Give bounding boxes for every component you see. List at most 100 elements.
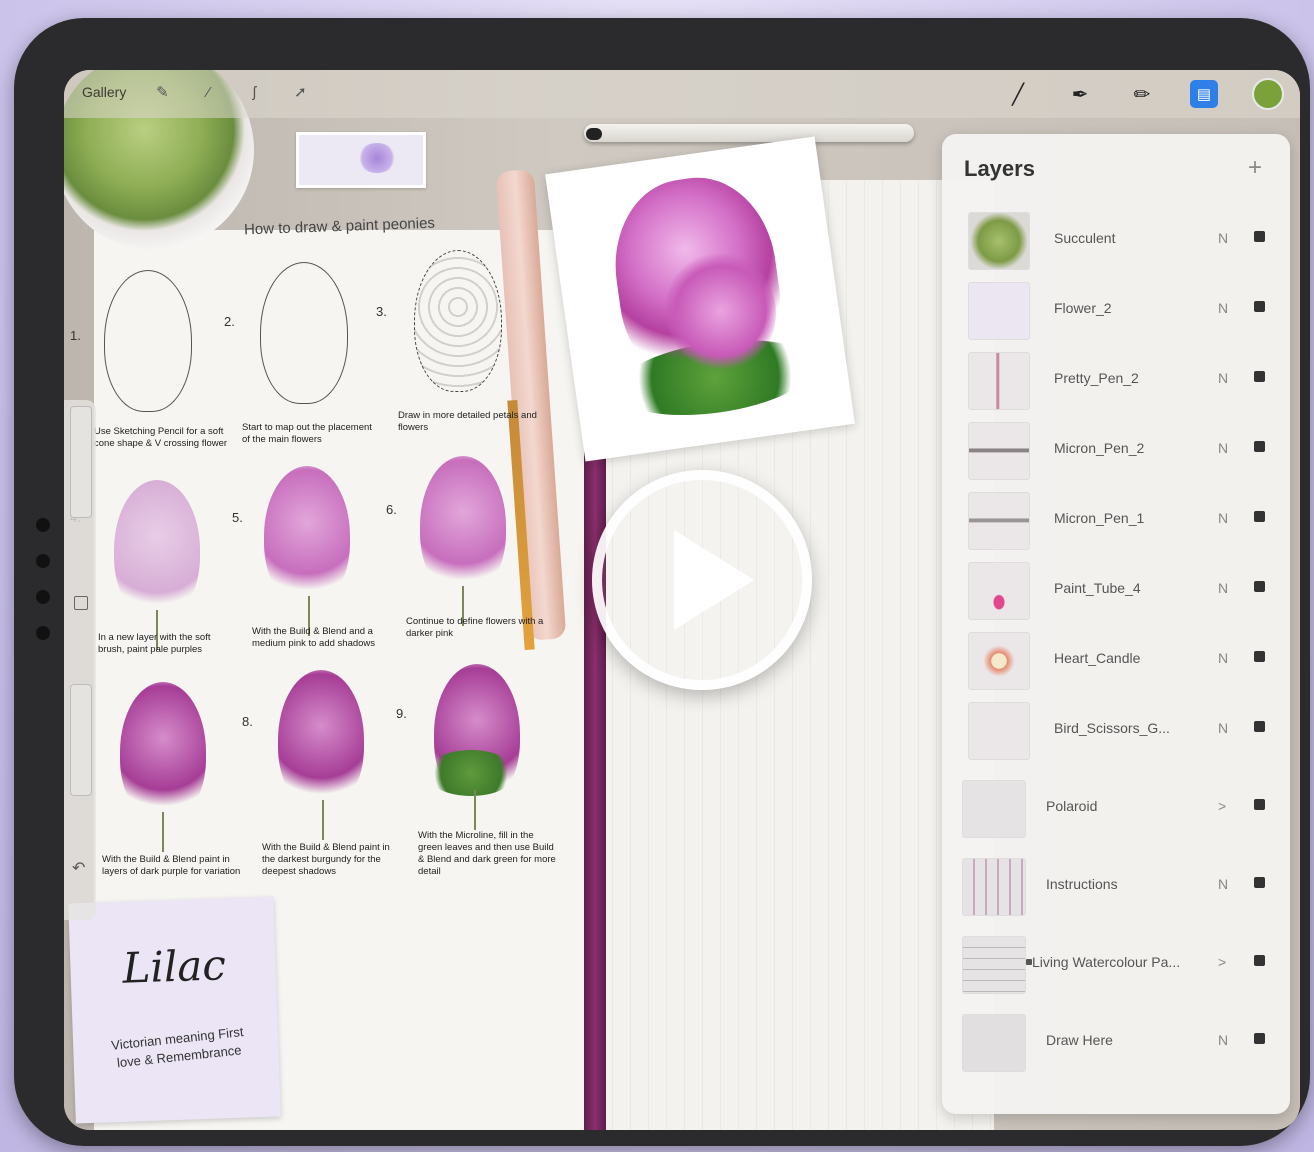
layer-row[interactable]: Draw Here N	[962, 1010, 1282, 1076]
modify-square-button[interactable]	[74, 596, 88, 610]
step-number: 9.	[396, 706, 407, 721]
toolbar-right: ╱ ✒ ✏ ▤	[1004, 78, 1284, 110]
visibility-checkbox[interactable]	[1254, 581, 1265, 592]
layer-thumbnail	[968, 282, 1030, 340]
layer-row[interactable]: Paint_Tube_4 N	[962, 558, 1282, 624]
step-6-painting	[420, 456, 506, 596]
step-caption: Start to map out the placement of the ma…	[242, 422, 372, 445]
blend-mode[interactable]: N	[1218, 510, 1228, 526]
blend-mode[interactable]: N	[1218, 720, 1228, 736]
visibility-checkbox[interactable]	[1254, 511, 1265, 522]
blend-mode[interactable]: N	[1218, 300, 1228, 316]
undo-icon[interactable]: ↶	[72, 858, 85, 878]
visibility-checkbox[interactable]	[1254, 877, 1265, 888]
layer-thumbnail	[968, 562, 1030, 620]
brush-size-slider[interactable]	[70, 406, 92, 518]
layer-row[interactable]: Pretty_Pen_2 N	[962, 348, 1282, 414]
visibility-checkbox[interactable]	[1254, 721, 1265, 732]
visibility-checkbox[interactable]	[1254, 231, 1265, 242]
step-caption: With the Build & Blend and a medium pink…	[252, 626, 376, 649]
gallery-button[interactable]: Gallery	[82, 84, 126, 100]
layer-name: Pretty_Pen_2	[1054, 370, 1139, 386]
layers-title: Layers	[964, 156, 1035, 181]
camera-dot	[36, 590, 50, 604]
flower-stem	[474, 790, 476, 830]
step-caption: With the Microline, fill in the green le…	[418, 830, 556, 877]
group-chevron[interactable]: >	[1218, 954, 1226, 970]
step-number: 1.	[70, 328, 81, 343]
play-icon	[674, 530, 754, 630]
blend-mode[interactable]: N	[1218, 580, 1228, 596]
layers-icon[interactable]: ▤	[1190, 80, 1218, 108]
layer-group-row[interactable]: Living Watercolour Pa... >	[962, 932, 1282, 998]
step-caption: With the Build & Blend paint in layers o…	[102, 854, 241, 877]
layer-row[interactable]: Flower_2 N	[962, 278, 1282, 344]
flower-photo-swatch	[296, 132, 426, 188]
group-chevron[interactable]: >	[1218, 798, 1226, 814]
layer-thumbnail	[968, 492, 1030, 550]
lilac-sticky-note: Lilac Victorian meaning First love & Rem…	[68, 896, 281, 1124]
color-picker-swatch[interactable]	[1252, 78, 1284, 110]
eraser-icon[interactable]: ✏	[1128, 80, 1156, 108]
layer-row[interactable]: Instructions N	[962, 854, 1282, 920]
step-3-sketch	[414, 250, 502, 392]
layer-thumbnail	[962, 858, 1026, 916]
step-2-sketch	[260, 262, 348, 404]
step-number: 5.	[232, 510, 243, 525]
layer-row[interactable]: Succulent N	[962, 208, 1282, 274]
camera-dots	[36, 518, 52, 662]
layer-thumbnail	[968, 212, 1030, 270]
layer-row[interactable]: Micron_Pen_1 N	[962, 488, 1282, 554]
top-toolbar: Gallery ✎ ⁄ ʃ ➚ ╱ ✒ ✏ ▤	[64, 70, 1300, 118]
layer-name: Micron_Pen_2	[1054, 440, 1145, 456]
step-number: 2.	[224, 314, 235, 329]
selection-icon[interactable]: ʃ	[244, 82, 264, 102]
magic-wand-icon[interactable]: ⁄	[198, 82, 218, 102]
visibility-checkbox[interactable]	[1254, 1033, 1265, 1044]
visibility-checkbox[interactable]	[1254, 651, 1265, 662]
swatch-flower-image	[357, 143, 397, 173]
move-arrow-icon[interactable]: ➚	[290, 82, 310, 102]
smudge-icon[interactable]: ✒	[1066, 80, 1094, 108]
blend-mode[interactable]: N	[1218, 370, 1228, 386]
layer-thumbnail	[962, 780, 1026, 838]
layer-name: Paint_Tube_4	[1054, 580, 1141, 596]
visibility-checkbox[interactable]	[1254, 955, 1265, 966]
layer-name: Bird_Scissors_G...	[1054, 720, 1170, 736]
layer-name: Heart_Candle	[1054, 650, 1141, 666]
layer-row[interactable]: Micron_Pen_2 N	[962, 418, 1282, 484]
play-button[interactable]	[592, 470, 812, 690]
ipad-frame: How to draw & paint peonies 1. Use Sketc…	[14, 18, 1310, 1146]
layer-row[interactable]: Heart_Candle N	[962, 628, 1282, 694]
layer-name: Polaroid	[1046, 798, 1098, 814]
step-5-painting	[264, 466, 350, 606]
step-caption: Continue to define flowers with a darker…	[406, 616, 544, 639]
blend-mode[interactable]: N	[1218, 230, 1228, 246]
wrench-icon[interactable]: ✎	[152, 82, 172, 102]
blend-mode[interactable]: N	[1218, 440, 1228, 456]
camera-dot	[36, 554, 50, 568]
visibility-checkbox[interactable]	[1254, 441, 1265, 452]
sticky-title: Lilac	[121, 940, 227, 993]
opacity-slider[interactable]	[70, 684, 92, 796]
layer-name: Micron_Pen_1	[1054, 510, 1145, 526]
layer-name: Draw Here	[1046, 1032, 1113, 1048]
visibility-checkbox[interactable]	[1254, 799, 1265, 810]
step-9-leaves	[426, 750, 516, 796]
visibility-checkbox[interactable]	[1254, 301, 1265, 312]
blend-mode[interactable]: N	[1218, 650, 1228, 666]
layer-thumbnail	[968, 352, 1030, 410]
layer-group-row[interactable]: Polaroid >	[962, 776, 1282, 842]
layer-name: Succulent	[1054, 230, 1116, 246]
step-4-painting	[114, 480, 200, 620]
brush-icon[interactable]: ╱	[1004, 80, 1032, 108]
step-1-sketch	[104, 270, 192, 412]
blend-mode[interactable]: N	[1218, 876, 1228, 892]
visibility-checkbox[interactable]	[1254, 371, 1265, 382]
app-screen: How to draw & paint peonies 1. Use Sketc…	[64, 70, 1300, 1130]
layer-name: Flower_2	[1054, 300, 1112, 316]
toolbar-left: Gallery ✎ ⁄ ʃ ➚	[82, 82, 310, 102]
blend-mode[interactable]: N	[1218, 1032, 1228, 1048]
layer-row[interactable]: Bird_Scissors_G... N	[962, 698, 1282, 764]
add-layer-button[interactable]: +	[1248, 154, 1262, 182]
